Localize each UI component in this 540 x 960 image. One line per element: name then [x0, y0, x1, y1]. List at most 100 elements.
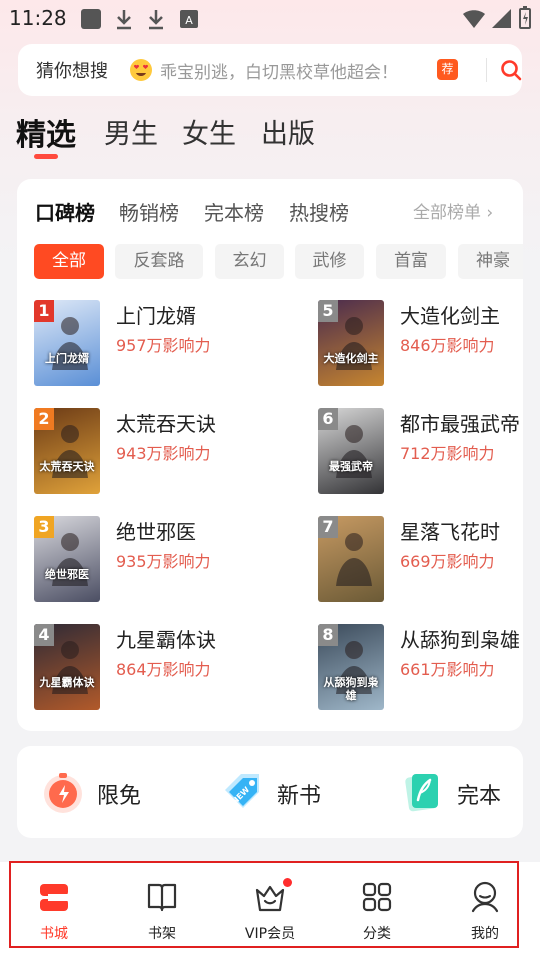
rank-badge: 8: [318, 624, 338, 646]
book-item[interactable]: 从舔狗到枭雄 8 从舔狗到枭雄 661万影响力: [318, 624, 523, 714]
chip-fantasy[interactable]: 玄幻: [215, 244, 284, 279]
rank-badge: 5: [318, 300, 338, 322]
book-influence: 943万影响力: [116, 444, 211, 463]
ranking-card: 口碑榜 畅销榜 完本榜 热搜榜 全部榜单 › 全部 反套路 玄幻 武修 首富 神…: [17, 179, 523, 731]
book-influence: 712万影响力: [400, 444, 495, 463]
book-title: 都市最强武帝: [400, 412, 520, 436]
cover-title: 最强武帝: [329, 460, 373, 473]
nav-profile[interactable]: 我的: [440, 880, 530, 944]
cover-title: 绝世邪医: [45, 568, 89, 581]
tab-female[interactable]: 女生: [182, 112, 236, 151]
book-cover: 大造化剑主 5: [318, 300, 384, 386]
search-icon[interactable]: [499, 58, 523, 82]
book-cover: 7: [318, 516, 384, 602]
chip-martial[interactable]: 武修: [295, 244, 364, 279]
wifi-icon: [463, 10, 485, 28]
book-title: 太荒吞天诀: [116, 412, 216, 436]
tab-publish[interactable]: 出版: [261, 112, 315, 151]
recommend-badge: 荐: [437, 59, 458, 80]
rank-badge: 7: [318, 516, 338, 538]
rank-badge: 1: [34, 300, 54, 322]
book-item[interactable]: 大造化剑主 5 大造化剑主 846万影响力: [318, 300, 523, 390]
nav-bookshelf[interactable]: 书架: [117, 880, 207, 944]
book-title: 九星霸体诀: [116, 628, 216, 652]
new-tag-icon: NEW: [225, 774, 259, 808]
download-icon: [117, 10, 131, 30]
book-cover: 上门龙婿 1: [34, 300, 100, 386]
all-lists-link[interactable]: 全部榜单 ›: [413, 198, 493, 223]
svg-text:A: A: [185, 14, 193, 27]
book-influence: 935万影响力: [116, 552, 211, 571]
status-bar: 11:28 A: [0, 0, 540, 36]
nav-bookstore[interactable]: 书城: [9, 880, 99, 944]
tab-indicator: [34, 154, 58, 159]
rank-badge: 6: [318, 408, 338, 430]
status-time: 11:28: [9, 6, 67, 30]
nav-vip[interactable]: VIP会员: [225, 878, 315, 944]
book-title: 绝世邪医: [116, 520, 196, 544]
search-hint: 乖宝别逃，白切黑校草他超会！: [160, 63, 398, 83]
nav-category[interactable]: 分类: [332, 880, 422, 944]
quick-entry-card: 限免 NEW 新书 完本: [17, 746, 523, 838]
book-done-icon: [405, 774, 438, 812]
book-item[interactable]: 太荒吞天诀 2 太荒吞天诀 943万影响力: [34, 408, 284, 498]
signal-icon: [492, 9, 511, 28]
nav-label: 分类: [363, 926, 391, 942]
book-title: 星落飞花时: [400, 520, 500, 544]
rank-badge: 2: [34, 408, 54, 430]
vip-crown-icon: [255, 885, 285, 912]
nav-label: 书架: [148, 926, 176, 942]
book-influence: 864万影响力: [116, 660, 211, 679]
search-bar[interactable]: 猜你想搜 乖宝别逃，白切黑校草他超会！ 荐: [18, 44, 522, 96]
tab-featured[interactable]: 精选: [16, 110, 76, 154]
chip-anti-routine[interactable]: 反套路: [115, 244, 203, 279]
book-title: 大造化剑主: [400, 304, 500, 328]
book-item[interactable]: 绝世邪医 3 绝世邪医 935万影响力: [34, 516, 284, 606]
cover-title: 从舔狗到枭雄: [323, 676, 379, 702]
nav-label: 我的: [471, 926, 499, 942]
chip-all[interactable]: 全部: [34, 244, 104, 279]
rank-tab-bestseller[interactable]: 畅销榜: [119, 197, 179, 226]
book-item[interactable]: 最强武帝 6 都市最强武帝 712万影响力: [318, 408, 523, 498]
nav-label: 书城: [40, 926, 68, 942]
book-item[interactable]: 上门龙婿 1 上门龙婿 957万影响力: [34, 300, 284, 390]
book-cover: 从舔狗到枭雄 8: [318, 624, 384, 710]
book-item[interactable]: 九星霸体诀 4 九星霸体诀 864万影响力: [34, 624, 284, 714]
chip-tycoon[interactable]: 神豪: [458, 244, 523, 279]
quick-label: 完本: [457, 784, 502, 809]
app-notification-icon: [81, 9, 101, 29]
book-title: 从舔狗到枭雄: [400, 628, 520, 652]
category-grid-icon: [362, 882, 392, 912]
cover-title: 大造化剑主: [323, 352, 379, 365]
cover-title: 九星霸体诀: [39, 676, 95, 689]
book-influence: 669万影响力: [400, 552, 495, 571]
book-cover: 九星霸体诀 4: [34, 624, 100, 710]
book-cover: 最强武帝 6: [318, 408, 384, 494]
profile-icon: [471, 881, 499, 913]
quick-label: 限免: [97, 784, 142, 809]
book-title: 上门龙婿: [116, 304, 196, 328]
rank-tab-completed[interactable]: 完本榜: [204, 197, 264, 226]
cover-title: 太荒吞天诀: [39, 460, 95, 473]
rank-tab-trending[interactable]: 热搜榜: [289, 197, 349, 226]
book-influence: 957万影响力: [116, 336, 211, 355]
heart-eyes-emoji-icon: [130, 59, 152, 81]
book-cover: 太荒吞天诀 2: [34, 408, 100, 494]
nav-label: VIP会员: [244, 926, 296, 942]
stopwatch-icon: [44, 773, 82, 813]
chip-richest[interactable]: 首富: [376, 244, 446, 279]
book-item[interactable]: 7 星落飞花时 669万影响力: [318, 516, 523, 606]
notification-dot: [283, 878, 292, 887]
rank-badge: 4: [34, 624, 54, 646]
rank-tab-reputation[interactable]: 口碑榜: [35, 197, 95, 226]
tab-male[interactable]: 男生: [104, 112, 158, 151]
quick-label: 新书: [277, 784, 322, 809]
cover-title: 上门龙婿: [45, 352, 89, 365]
bookshelf-icon: [147, 883, 177, 912]
battery-icon: [519, 6, 531, 29]
search-prefix: 猜你想搜: [36, 61, 108, 82]
keyboard-input-icon: A: [180, 10, 198, 28]
book-cover: 绝世邪医 3: [34, 516, 100, 602]
book-influence: 661万影响力: [400, 660, 495, 679]
book-influence: 846万影响力: [400, 336, 495, 355]
